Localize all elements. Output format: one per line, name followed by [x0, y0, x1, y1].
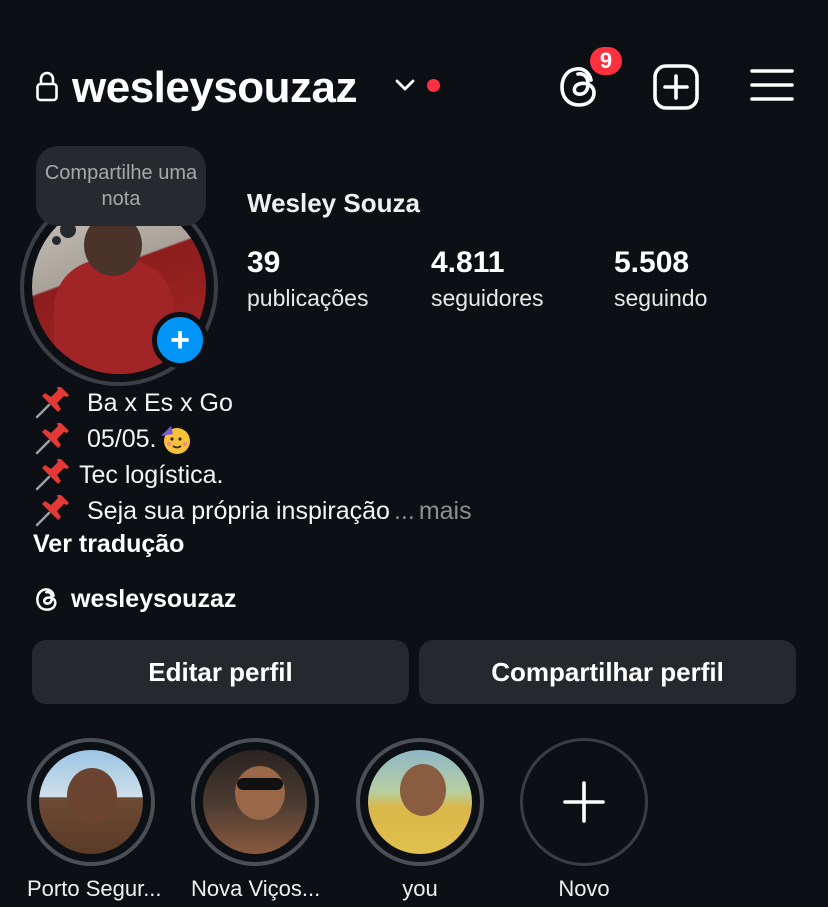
pin-icon [35, 495, 69, 527]
add-story-plus-icon[interactable]: + [152, 312, 208, 368]
stat-label: seguidores [431, 285, 544, 311]
note-bubble[interactable]: Compartilhe uma nota [36, 146, 206, 226]
lock-icon [36, 71, 58, 102]
highlight-ring [27, 738, 155, 866]
story-highlight[interactable]: you [356, 738, 484, 902]
bio-text: Seja sua própria inspiração [87, 497, 390, 525]
pin-icon [35, 387, 69, 419]
highlight-label: Nova Viços... [191, 876, 321, 901]
highlight-label: Novo [558, 876, 610, 901]
bio-line: Seja sua própria inspiração ... mais [33, 493, 733, 529]
highlight-ring [356, 738, 484, 866]
threads-notification-badge: 9 [587, 44, 625, 78]
profile-username[interactable]: wesleysouzaz [72, 60, 358, 116]
highlight-label: you [402, 876, 438, 901]
threads-profile-link[interactable]: wesleysouzaz [34, 584, 236, 614]
highlight-ring [191, 738, 319, 866]
highlight-cover [203, 750, 307, 854]
pin-icon [35, 423, 69, 455]
bio-more-link[interactable]: mais [419, 493, 472, 529]
partying-face-emoji-icon [160, 426, 190, 454]
plus-icon [563, 781, 605, 823]
see-translation-link[interactable]: Ver tradução [33, 530, 184, 559]
profile-bio: Ba x Es x Go 05/05. Tec logística. Seja [33, 385, 733, 529]
bio-ellipsis: ... [393, 497, 415, 525]
notification-dot [427, 79, 440, 92]
threads-icon [36, 588, 57, 611]
bio-line: Tec logística. [33, 457, 733, 493]
threads-handle: wesleysouzaz [71, 584, 237, 613]
stat-posts[interactable]: 39 publicações [247, 244, 368, 314]
bio-line: 05/05. [33, 421, 733, 457]
story-highlight[interactable]: Nova Viços... [191, 738, 321, 902]
stat-following[interactable]: 5.508 seguindo [614, 244, 707, 314]
profile-full-name: Wesley Souza [247, 188, 420, 218]
edit-profile-button[interactable]: Editar perfil [32, 640, 409, 704]
bio-text: Tec logística. [79, 461, 224, 489]
bio-text: 05/05. [87, 425, 157, 453]
add-square-icon[interactable] [652, 63, 700, 111]
stat-value: 5.508 [614, 246, 690, 279]
highlight-cover [368, 750, 472, 854]
share-profile-button[interactable]: Compartilhar perfil [419, 640, 796, 704]
stat-followers[interactable]: 4.811 seguidores [431, 244, 544, 314]
bio-text: Ba x Es x Go [87, 389, 233, 417]
new-highlight-button[interactable]: Novo [520, 738, 648, 902]
bio-line: Ba x Es x Go [33, 385, 733, 421]
stat-label: publicações [247, 285, 369, 311]
story-highlight[interactable]: Porto Segur... [27, 738, 162, 902]
highlight-label: Porto Segur... [27, 876, 162, 901]
new-highlight-ring [520, 738, 648, 866]
highlight-cover [39, 750, 143, 854]
stat-label: seguindo [614, 285, 708, 311]
note-bubble-tail-small [52, 236, 61, 245]
pin-icon [35, 459, 69, 491]
stat-value: 39 [247, 246, 281, 279]
menu-icon[interactable] [750, 66, 794, 104]
note-bubble-tail [60, 222, 76, 238]
chevron-down-icon[interactable] [394, 76, 416, 94]
stat-value: 4.811 [431, 246, 505, 279]
